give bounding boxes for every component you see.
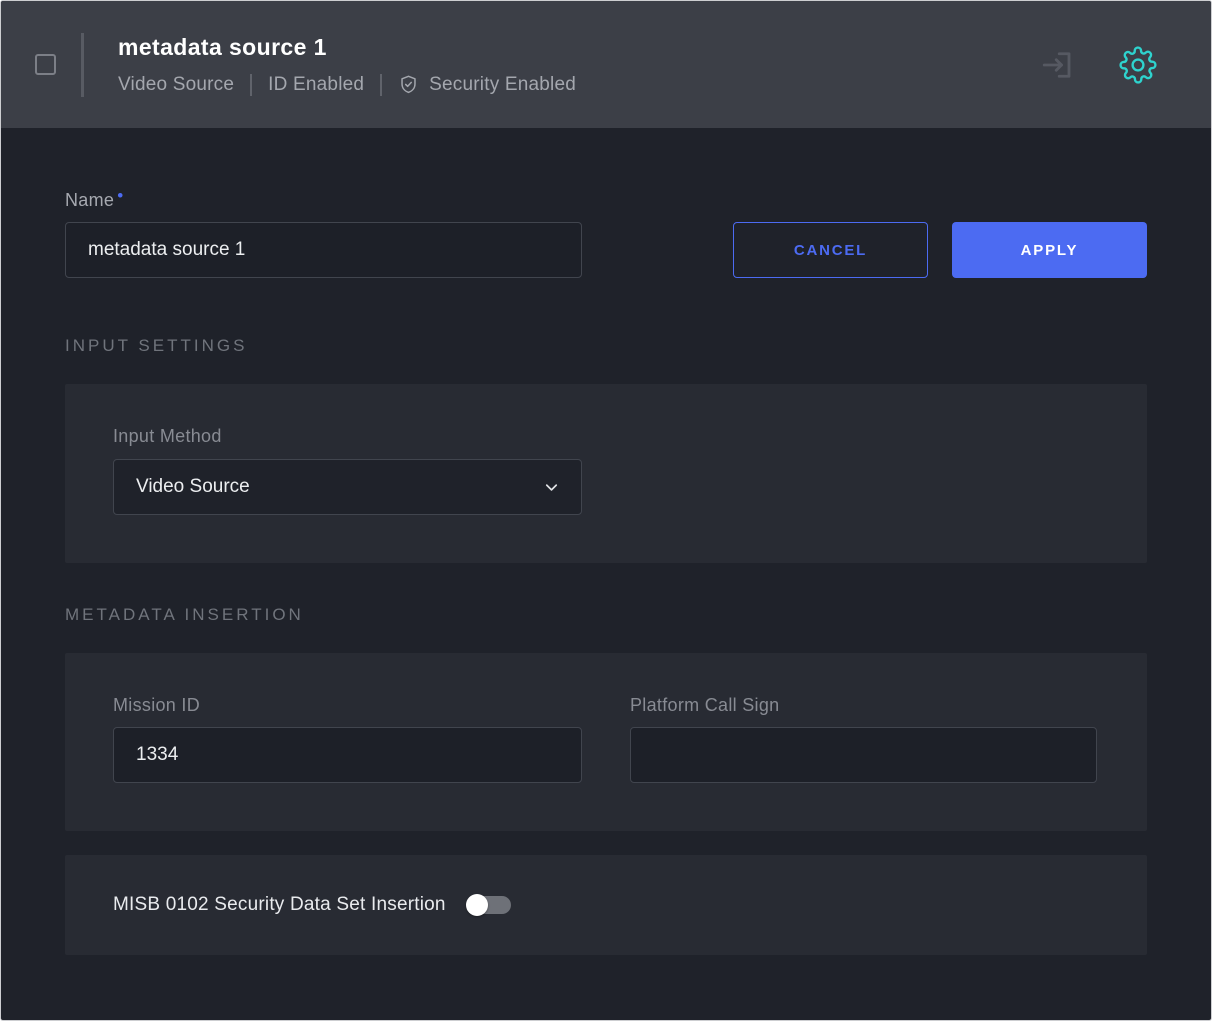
status-badge-id-enabled: ID Enabled bbox=[268, 74, 364, 96]
name-label: Name• bbox=[65, 190, 582, 211]
misb-toggle-knob bbox=[466, 894, 488, 916]
input-settings-section-title: INPUT SETTINGS bbox=[65, 336, 1147, 356]
metadata-insertion-panel: Mission ID Platform Call Sign bbox=[65, 653, 1147, 831]
apply-button[interactable]: APPLY bbox=[952, 222, 1147, 278]
metadata-insertion-section-title: METADATA INSERTION bbox=[65, 605, 1147, 625]
mission-id-field-group: Mission ID bbox=[113, 695, 582, 783]
chevron-down-icon bbox=[542, 478, 561, 497]
header-actions bbox=[1039, 46, 1157, 84]
panel-body: Name• CANCEL APPLY INPUT SETTINGS Input … bbox=[1, 128, 1211, 1020]
misb-toggle[interactable] bbox=[466, 894, 512, 916]
status-badge-row: Video Source ID Enabled Security Enabled bbox=[118, 74, 576, 96]
misb-label: MISB 0102 Security Data Set Insertion bbox=[113, 894, 446, 916]
platform-call-sign-field-group: Platform Call Sign bbox=[630, 695, 1097, 783]
shield-check-icon bbox=[398, 74, 419, 95]
status-badge-video-source: Video Source bbox=[118, 74, 234, 96]
select-checkbox[interactable] bbox=[35, 54, 56, 75]
page-title: metadata source 1 bbox=[118, 34, 576, 61]
input-method-label: Input Method bbox=[113, 426, 1099, 447]
action-buttons: CANCEL APPLY bbox=[733, 222, 1147, 278]
required-marker: • bbox=[117, 186, 123, 205]
metadata-source-panel: metadata source 1 Video Source ID Enable… bbox=[0, 0, 1212, 1021]
header-divider bbox=[81, 33, 84, 97]
input-method-value: Video Source bbox=[136, 476, 250, 498]
import-arrow-icon[interactable] bbox=[1039, 47, 1075, 83]
misb-panel: MISB 0102 Security Data Set Insertion bbox=[65, 855, 1147, 955]
mission-id-label: Mission ID bbox=[113, 695, 582, 716]
status-badge-security-enabled: Security Enabled bbox=[398, 74, 576, 96]
platform-call-sign-input[interactable] bbox=[630, 727, 1097, 783]
cancel-button[interactable]: CANCEL bbox=[733, 222, 928, 278]
input-method-select[interactable]: Video Source bbox=[113, 459, 582, 515]
platform-call-sign-label: Platform Call Sign bbox=[630, 695, 1097, 716]
badge-divider bbox=[380, 74, 382, 96]
name-input[interactable] bbox=[65, 222, 582, 278]
input-settings-panel: Input Method Video Source bbox=[65, 384, 1147, 563]
name-field-group: Name• bbox=[65, 190, 582, 278]
mission-id-input[interactable] bbox=[113, 727, 582, 783]
name-row: Name• CANCEL APPLY bbox=[65, 190, 1147, 278]
panel-header: metadata source 1 Video Source ID Enable… bbox=[1, 1, 1211, 128]
gear-icon[interactable] bbox=[1119, 46, 1157, 84]
badge-divider bbox=[250, 74, 252, 96]
header-text: metadata source 1 Video Source ID Enable… bbox=[118, 34, 576, 96]
